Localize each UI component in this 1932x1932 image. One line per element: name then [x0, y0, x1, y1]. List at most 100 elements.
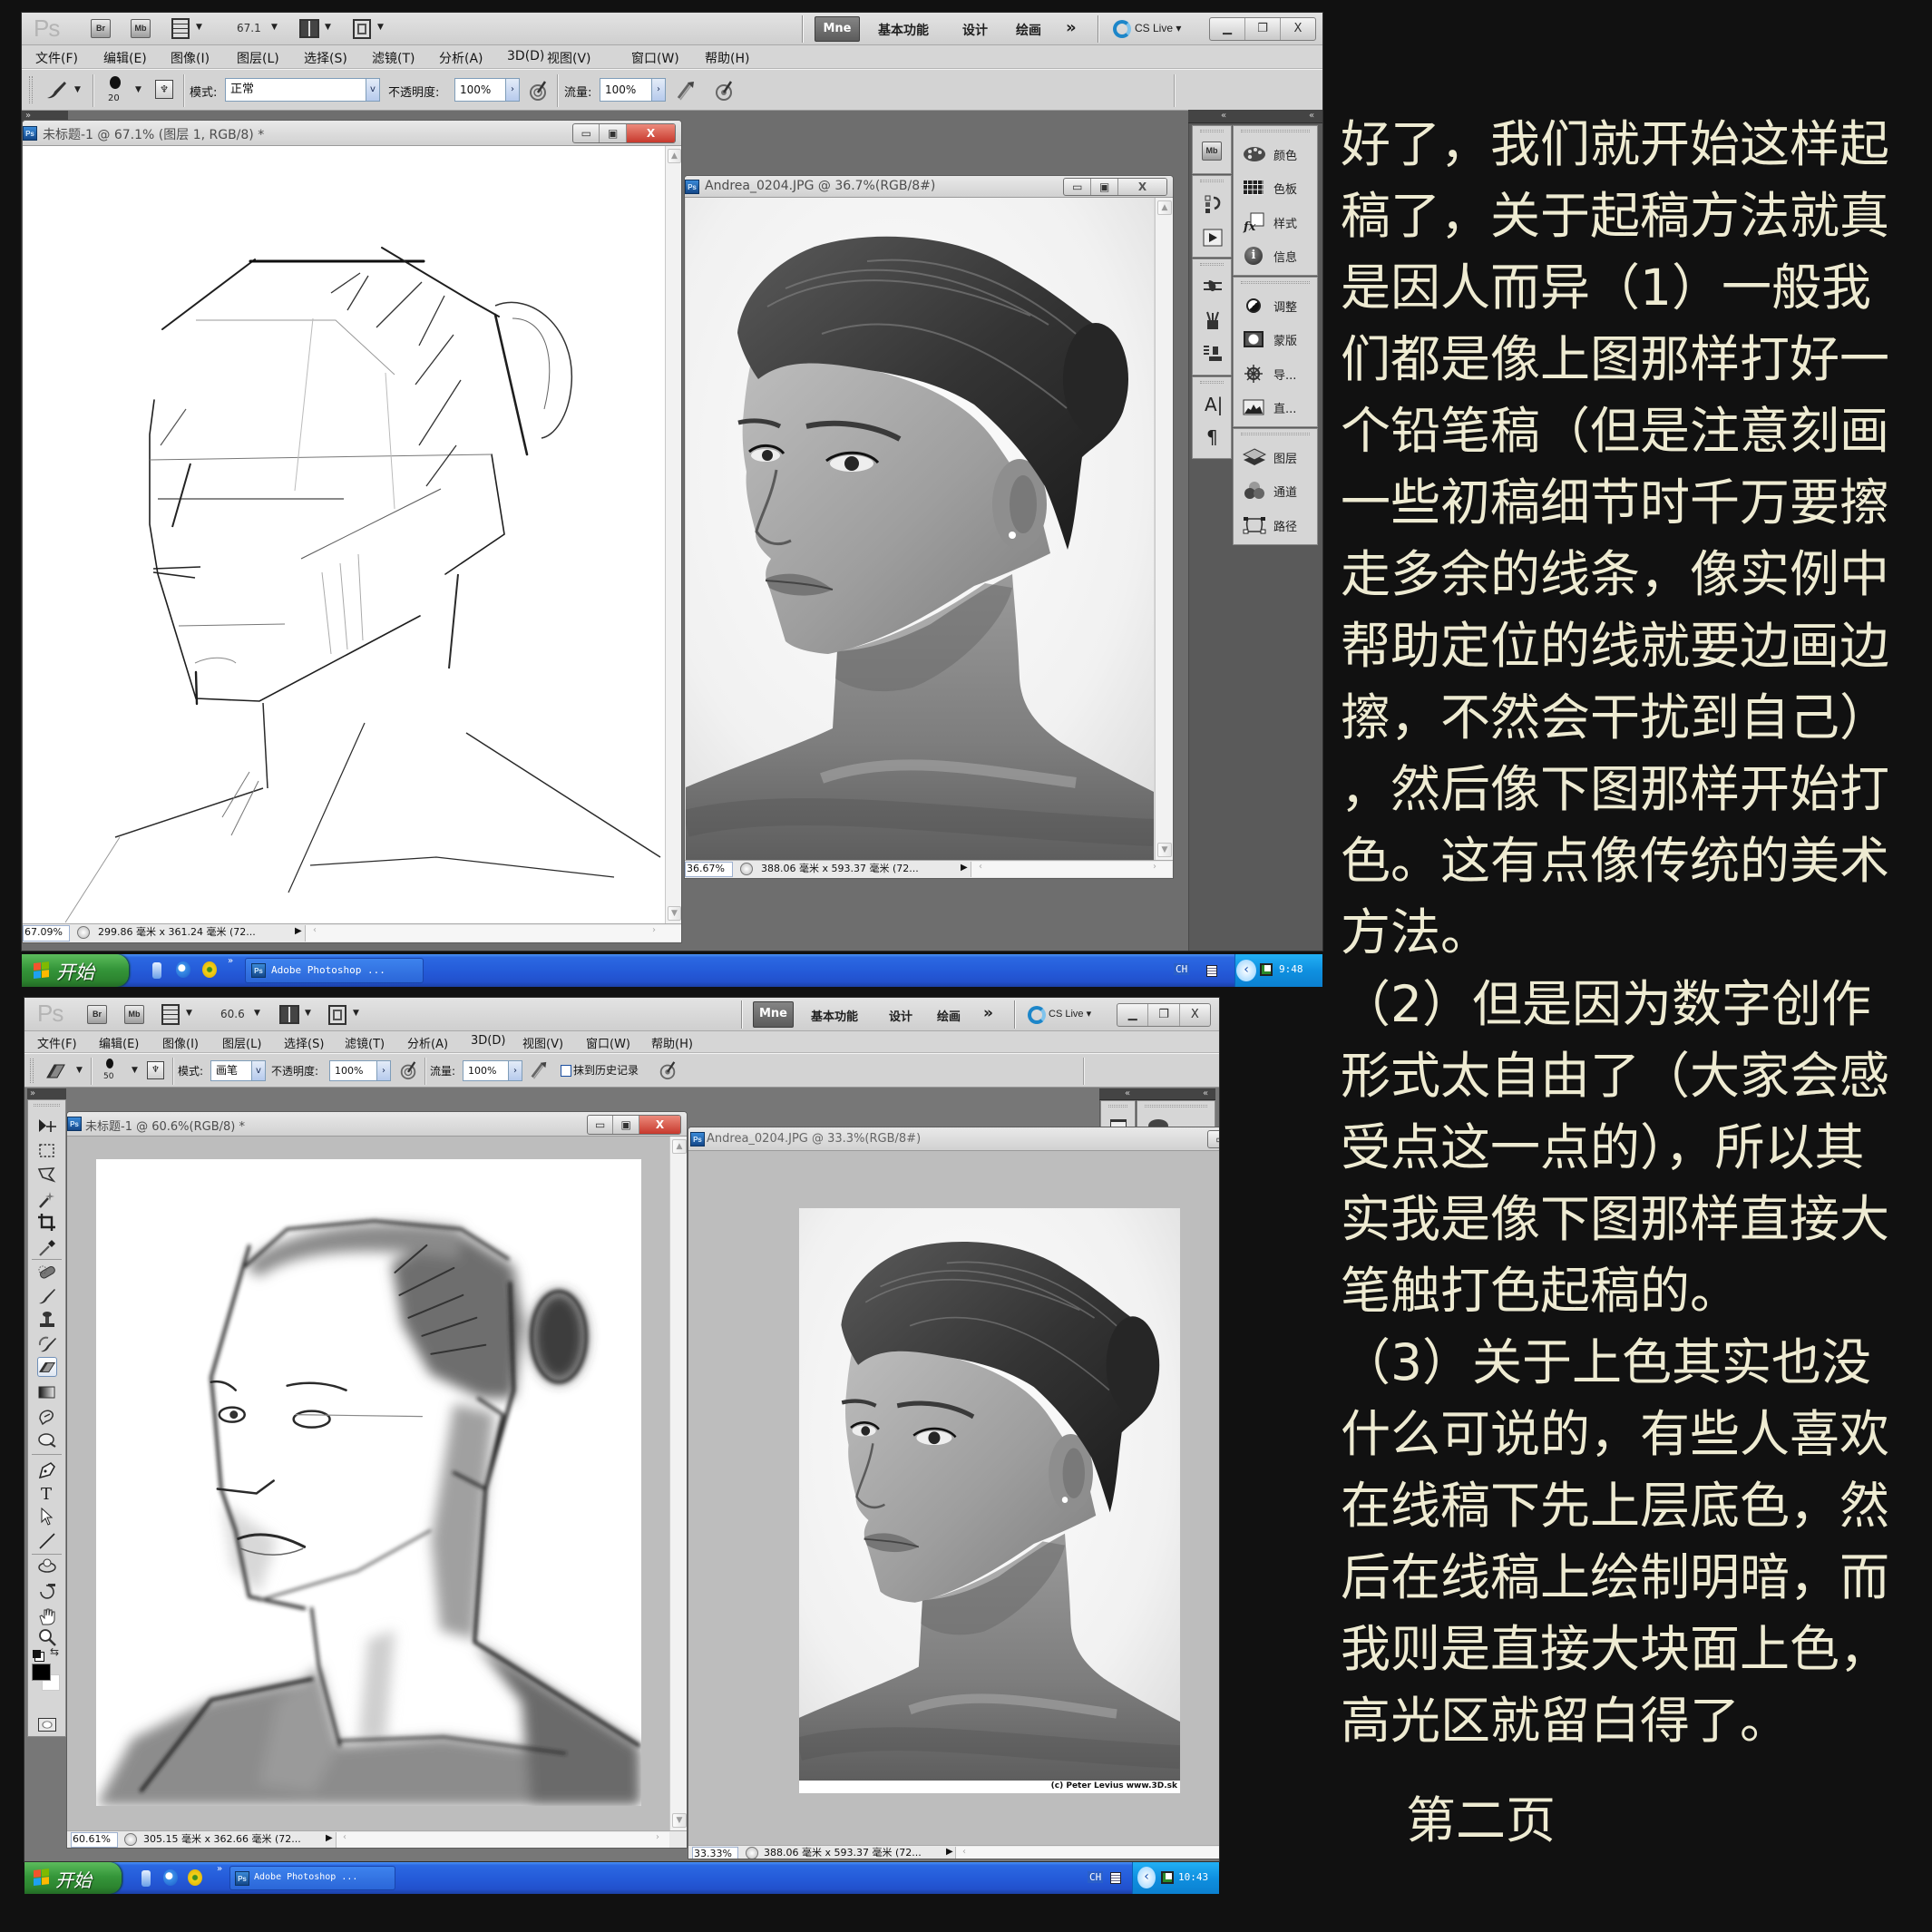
navigator-panel-tab[interactable]: 导... — [1234, 361, 1317, 388]
scroll-down-arrow-icon[interactable]: ▼ — [672, 1813, 687, 1828]
panel-group-grip[interactable] — [1145, 1105, 1207, 1107]
crop-tool-icon[interactable] — [37, 1213, 57, 1233]
panel-group-grip[interactable] — [1241, 433, 1310, 435]
more-workspaces-button[interactable]: » — [983, 1004, 993, 1022]
quick-launch-app-icon[interactable] — [188, 1869, 202, 1886]
brush-preset-dot-icon[interactable] — [110, 76, 121, 89]
blend-mode-select[interactable]: 正常 v — [225, 78, 380, 102]
menu-edit[interactable]: 编辑(E) — [103, 49, 147, 67]
menu-view[interactable]: 视图(V) — [522, 1034, 563, 1051]
screen-mode-icon[interactable] — [353, 19, 371, 39]
menu-window[interactable]: 窗口(W) — [586, 1034, 630, 1051]
launch-mini-bridge-button[interactable]: Mb — [124, 1005, 144, 1024]
scroll-up-arrow-icon[interactable]: ▲ — [1157, 200, 1172, 215]
cs-live-icon[interactable] — [1028, 1006, 1046, 1024]
menu-edit[interactable]: 编辑(E) — [99, 1034, 139, 1051]
brush-preset-dropdown-icon[interactable]: ▼ — [135, 85, 141, 94]
brush-preset-dot-icon[interactable] — [106, 1059, 113, 1068]
show-desktop-icon[interactable] — [152, 962, 161, 979]
zoom-level-dropdown-icon[interactable]: ▼ — [271, 23, 278, 32]
status-info-icon[interactable] — [746, 1847, 758, 1859]
styles-panel-tab[interactable]: fx 样式 — [1234, 210, 1317, 237]
document-zoom-field[interactable]: 60.61% — [71, 1832, 118, 1848]
status-menu-arrow-icon[interactable]: ▶ — [326, 1833, 333, 1843]
workspace-painting[interactable]: 绘画 — [1016, 21, 1041, 39]
menu-layer[interactable]: 图层(L) — [237, 49, 279, 67]
collapse-narrow-dock-icon[interactable]: « — [1125, 1088, 1130, 1099]
erase-to-history-checkbox[interactable] — [561, 1065, 571, 1077]
painting-canvas[interactable] — [96, 1159, 641, 1806]
view-extras-icon[interactable] — [171, 18, 190, 39]
color-panel-tab[interactable]: 颜色 — [1234, 141, 1317, 169]
eyedropper-tool-icon[interactable] — [37, 1238, 57, 1258]
airbrush-icon[interactable] — [529, 1060, 549, 1080]
input-language-indicator[interactable]: CH — [1174, 963, 1190, 975]
panel-group-grip[interactable] — [1200, 130, 1224, 132]
minimize-app-button[interactable]: ▁ — [1210, 18, 1244, 40]
taskbar-photoshop-button[interactable]: Ps Adobe Photoshop ... — [229, 1866, 395, 1890]
tool-preset-dropdown-icon[interactable]: ▼ — [74, 85, 81, 94]
scroll-up-arrow-icon[interactable]: ▲ — [672, 1139, 687, 1154]
history-brush-tool-icon[interactable] — [37, 1334, 57, 1354]
menu-filter[interactable]: 滤镜(T) — [372, 49, 415, 67]
menu-view[interactable]: 视图(V) — [547, 49, 591, 67]
photo-canvas[interactable]: (c) Peter Levius www.3D.sk — [799, 1208, 1180, 1793]
clock[interactable]: 10:43 — [1178, 1871, 1208, 1883]
pressure-size-icon[interactable] — [658, 1060, 678, 1080]
eraser-mode-select[interactable]: 画笔 v — [210, 1060, 266, 1081]
document-zoom-field[interactable]: 67.09% — [23, 925, 70, 942]
restore-app-button[interactable]: ❐ — [1244, 18, 1280, 40]
adjustments-panel-tab[interactable]: 调整 — [1234, 293, 1317, 320]
blur-tool-icon[interactable] — [37, 1406, 57, 1426]
scroll-down-arrow-icon[interactable]: ▼ — [668, 906, 681, 921]
close-document-button[interactable]: X — [625, 124, 675, 142]
scroll-right-arrow-icon[interactable]: › — [1153, 862, 1156, 872]
character-panel-icon[interactable]: A| — [1205, 394, 1223, 415]
histogram-panel-tab[interactable]: 直... — [1234, 395, 1317, 422]
pressure-opacity-icon[interactable] — [398, 1060, 418, 1080]
show-hidden-icons-chevron[interactable]: ‹ — [1236, 960, 1256, 981]
rectangular-marquee-tool-icon[interactable] — [37, 1141, 57, 1161]
menu-layer[interactable]: 图层(L) — [222, 1034, 261, 1051]
minimize-app-button[interactable]: ▁ — [1117, 1004, 1147, 1026]
document-zoom-field[interactable]: 36.67% — [685, 862, 733, 877]
zoom-level-value[interactable]: 60.6 — [220, 1008, 245, 1020]
horizontal-scrollbar[interactable]: ‹ — [955, 1847, 1219, 1859]
chevron-down-icon[interactable]: v — [251, 1061, 265, 1080]
lasso-tool-icon[interactable] — [37, 1166, 57, 1186]
panel-group-grip[interactable] — [1108, 1105, 1127, 1107]
gradient-tool-icon[interactable] — [37, 1382, 57, 1402]
zoom-level-dropdown-icon[interactable]: ▼ — [254, 1009, 260, 1018]
quick-launch-more-button[interactable]: » — [228, 956, 233, 966]
swap-colors-icon[interactable]: ⇆ — [50, 1645, 59, 1658]
status-menu-arrow-icon[interactable]: ▶ — [946, 1847, 953, 1857]
brush-panel-toggle-icon[interactable]: ♆ — [147, 1061, 164, 1079]
arrange-documents-dropdown-icon[interactable]: ▼ — [305, 1009, 311, 1018]
info-panel-tab[interactable]: i 信息 — [1234, 243, 1317, 270]
path-selection-tool-icon[interactable] — [37, 1507, 57, 1527]
menu-window[interactable]: 窗口(W) — [631, 49, 679, 67]
layers-panel-tab[interactable]: 图层 — [1234, 444, 1317, 472]
magic-wand-tool-icon[interactable] — [37, 1190, 57, 1210]
cs-live-menu[interactable]: CS Live ▾ — [1049, 1008, 1091, 1020]
close-app-button[interactable]: X — [1178, 1004, 1210, 1026]
zoom-tool-icon[interactable] — [37, 1627, 57, 1647]
brush-tool-icon[interactable] — [37, 1286, 57, 1306]
scroll-right-arrow-icon[interactable]: › — [656, 1832, 659, 1842]
3d-orbit-tool-icon[interactable] — [37, 1581, 57, 1601]
keyboard-icon[interactable] — [1206, 965, 1217, 977]
tray-app-icon[interactable] — [1161, 1871, 1174, 1884]
channels-panel-tab[interactable]: 通道 — [1234, 478, 1317, 505]
tools-panel-grip[interactable] — [34, 1104, 60, 1107]
minimize-document-button[interactable]: ▭ — [1208, 1131, 1219, 1147]
status-info-icon[interactable] — [77, 926, 90, 939]
screen-mode-icon[interactable] — [328, 1005, 346, 1025]
swatches-panel-tab[interactable]: 色板 — [1234, 175, 1317, 202]
menu-file[interactable]: 文件(F) — [37, 1034, 77, 1051]
quick-launch-more-button[interactable]: » — [217, 1864, 222, 1874]
show-hidden-icons-chevron[interactable]: ‹ — [1137, 1867, 1156, 1888]
workspace-painting[interactable]: 绘画 — [937, 1007, 961, 1024]
menu-analysis[interactable]: 分析(A) — [439, 49, 483, 67]
status-menu-arrow-icon[interactable]: ▶ — [295, 926, 302, 936]
workspace-active-button[interactable]: Mne — [815, 16, 860, 42]
